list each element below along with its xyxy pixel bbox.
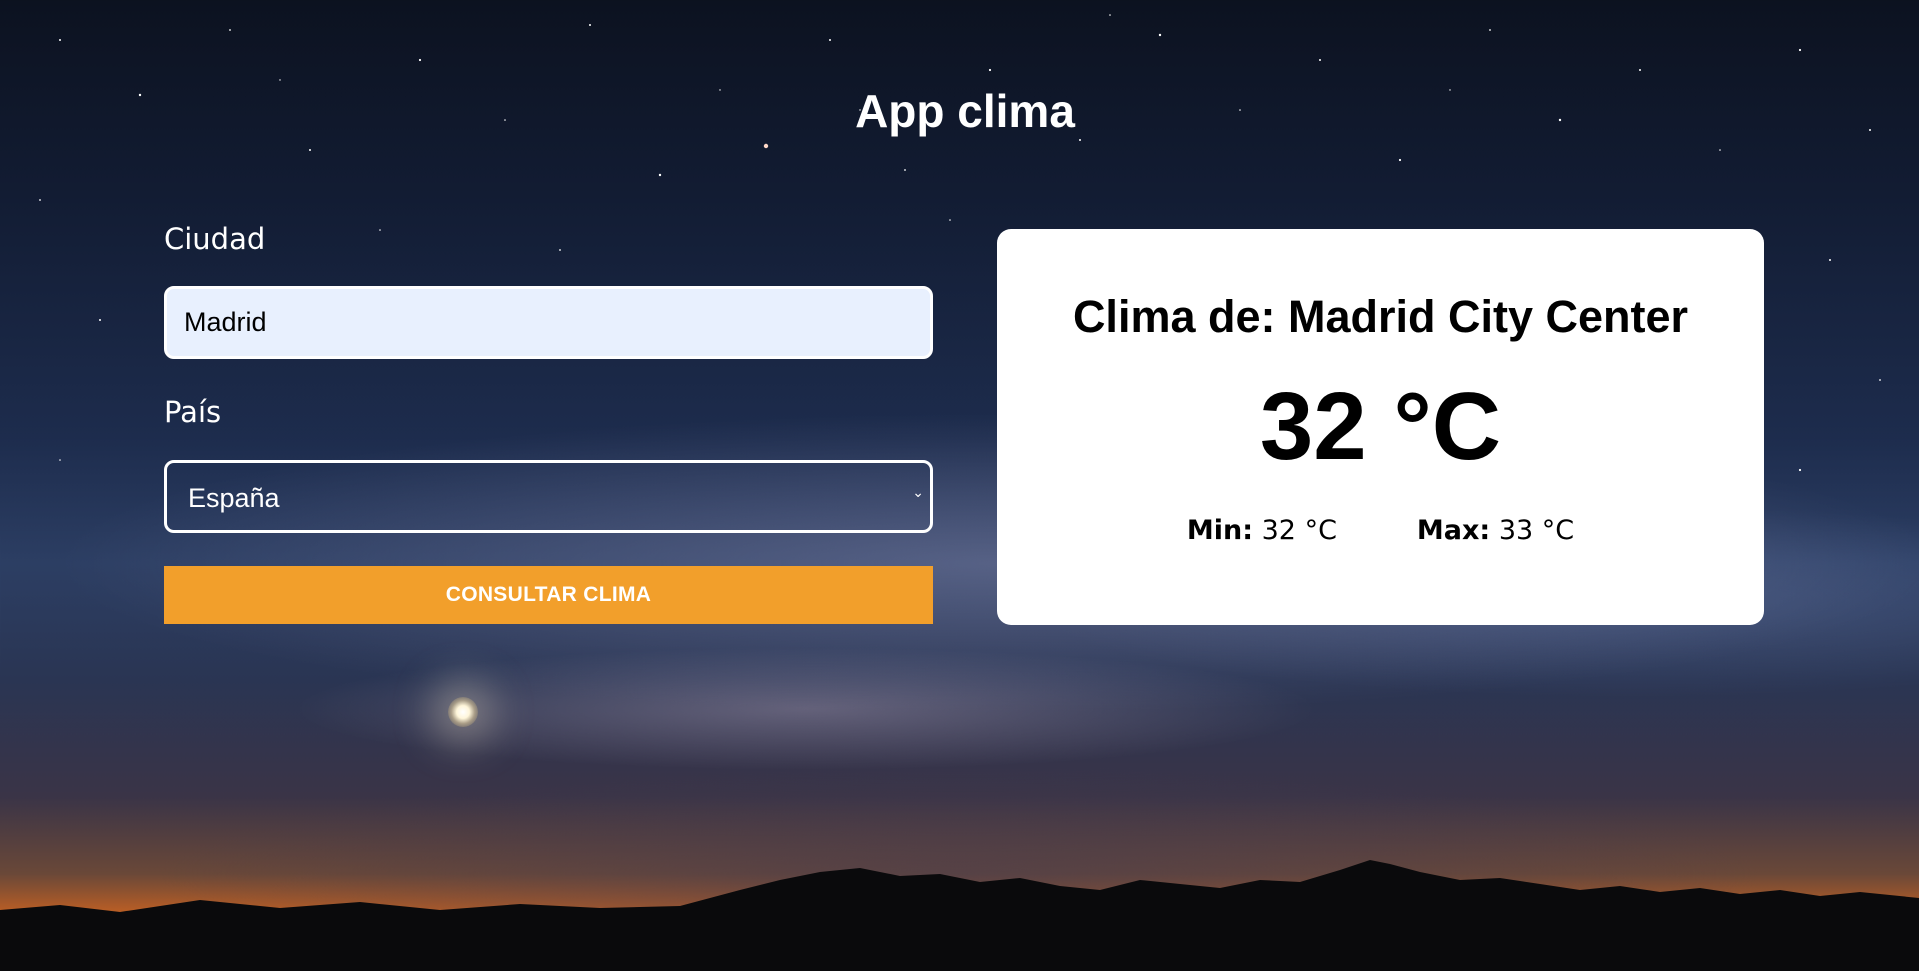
max-label: Max: — [1416, 515, 1491, 546]
city-label: Ciudad — [164, 222, 266, 256]
country-select-value: España — [188, 483, 280, 513]
current-temperature: 32 °C — [1259, 373, 1502, 480]
min-temperature: Min: 32 °C — [1187, 515, 1337, 546]
city-input[interactable] — [164, 286, 933, 359]
mountain-silhouette — [0, 860, 1919, 971]
submit-button[interactable]: CONSULTAR CLIMA — [164, 566, 933, 624]
max-value: 33 °C — [1498, 515, 1575, 546]
moon-glow — [448, 697, 478, 727]
result-title: Clima de: Madrid City Center — [1072, 291, 1689, 342]
country-select[interactable]: España ⌄ — [164, 460, 933, 533]
min-value: 32 °C — [1261, 515, 1337, 546]
max-temperature: Max: 33 °C — [1417, 515, 1574, 546]
app-title: App clima — [855, 85, 1075, 137]
chevron-down-icon: ⌄ — [912, 485, 924, 501]
min-max-row: Min: 32 °C Max: 33 °C — [997, 515, 1764, 546]
weather-form: Ciudad País España ⌄ CONSULTAR CLIMA — [164, 222, 933, 624]
weather-result-card: Clima de: Madrid City Center 32 °C Min: … — [997, 229, 1764, 625]
country-label: País — [164, 395, 222, 429]
min-label: Min: — [1186, 515, 1254, 546]
